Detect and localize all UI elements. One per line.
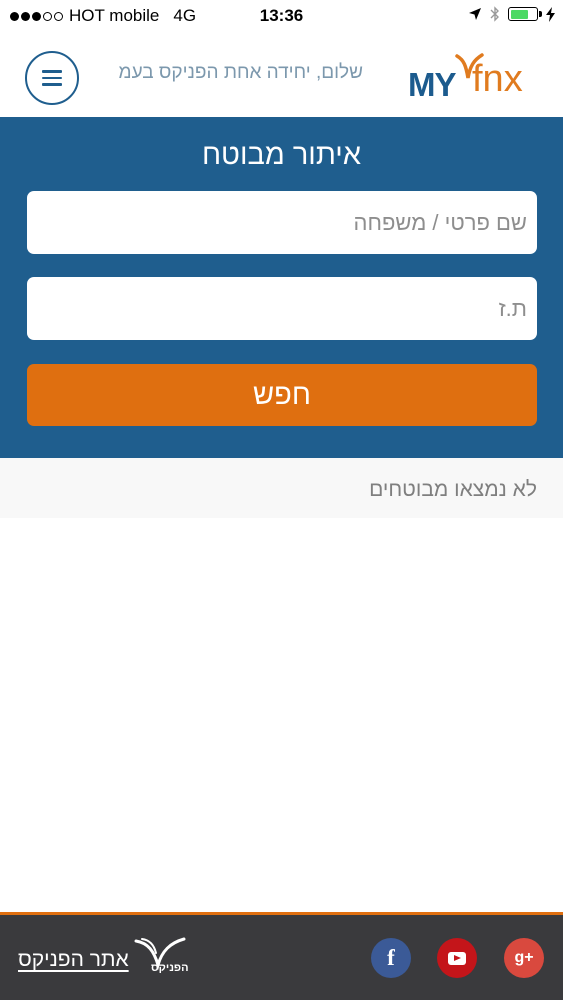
- phoenix-site-link[interactable]: אתר הפניקס: [18, 948, 129, 972]
- google-plus-icon[interactable]: g+: [504, 938, 544, 978]
- phoenix-logo-text: הפניקס: [151, 962, 189, 974]
- menu-button[interactable]: [25, 51, 79, 105]
- charging-bolt-icon: [546, 6, 555, 22]
- id-input[interactable]: [27, 277, 537, 340]
- facebook-label: f: [387, 945, 395, 970]
- results-area: לא נמצאו מבוטחים: [0, 458, 563, 518]
- gplus-label: g+: [514, 949, 534, 966]
- battery-fill: [510, 9, 528, 19]
- panel-title: איתור מבוטח: [201, 139, 362, 171]
- bluetooth-icon: [490, 6, 499, 22]
- footer: g+ f הפניקס אתר הפניקס: [0, 912, 563, 1000]
- greeting-text: שלום, יחידה אחת הפניקס בעמ: [118, 62, 363, 83]
- search-panel: איתור מבוטח חפש: [0, 117, 563, 458]
- app-header: MY fnx שלום, יחידה אחת הפניקס בעמ: [0, 32, 563, 117]
- battery-icon: [508, 7, 542, 21]
- logo-fnx-text: fnx: [472, 58, 523, 100]
- myfnx-logo[interactable]: MY fnx: [408, 52, 540, 103]
- search-button[interactable]: חפש: [27, 364, 537, 426]
- status-right: [468, 6, 555, 22]
- location-arrow-icon: [469, 8, 481, 20]
- logo-my-text: MY: [408, 66, 456, 103]
- facebook-icon[interactable]: f: [371, 938, 411, 978]
- name-input[interactable]: [27, 191, 537, 254]
- youtube-icon[interactable]: [437, 938, 477, 978]
- status-bar: HOT mobile 4G 13:36: [0, 0, 563, 32]
- no-results-message: לא נמצאו מבוטחים: [369, 478, 537, 501]
- hamburger-icon: [42, 70, 62, 73]
- youtube-play-icon: [448, 951, 466, 965]
- phoenix-logo-icon: [134, 937, 186, 971]
